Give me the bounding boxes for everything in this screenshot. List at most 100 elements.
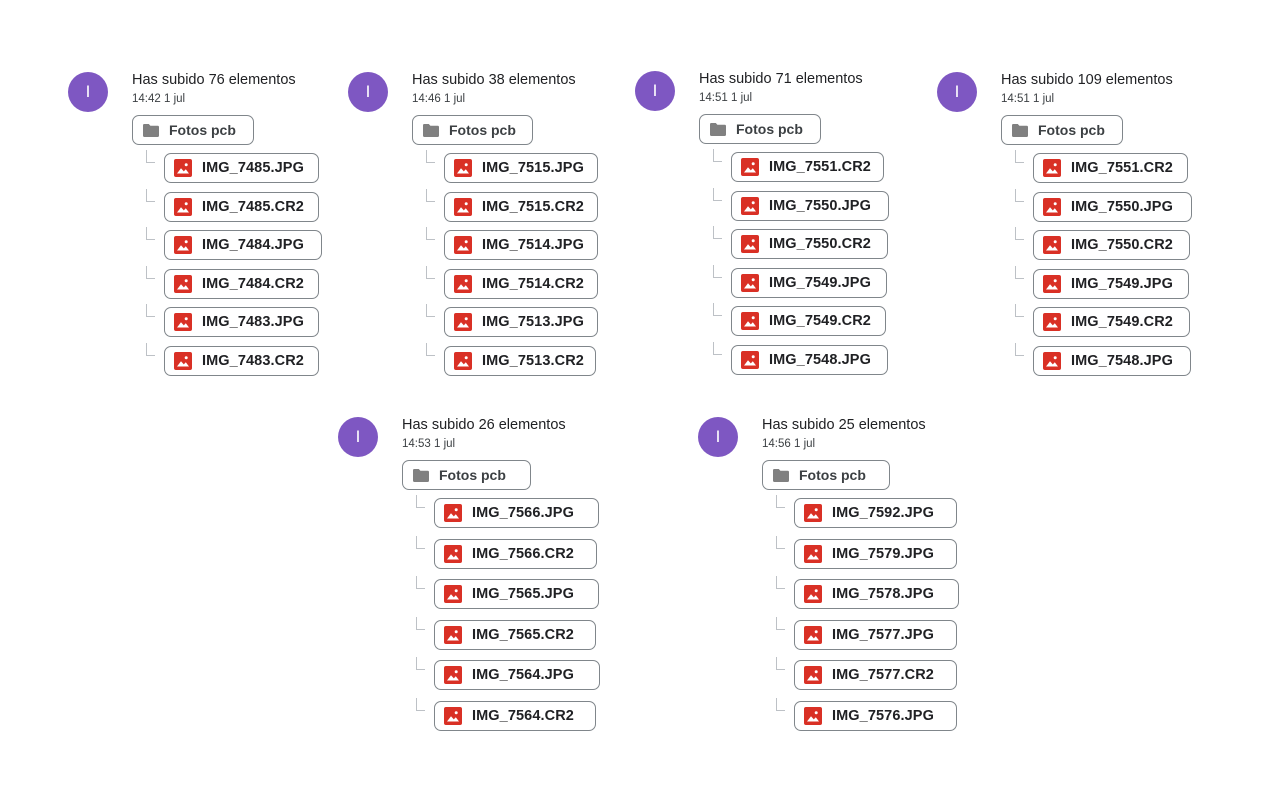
image-icon: [741, 158, 759, 176]
tree-connector: [1015, 266, 1024, 279]
file-chip[interactable]: IMG_7513.CR2: [444, 346, 596, 376]
file-chip[interactable]: IMG_7483.CR2: [164, 346, 319, 376]
image-icon: [174, 313, 192, 331]
activity-title: Has subido 109 elementos: [1001, 72, 1173, 88]
file-chip[interactable]: IMG_7515.JPG: [444, 153, 598, 183]
file-chip[interactable]: IMG_7551.CR2: [731, 152, 884, 182]
file-chip[interactable]: IMG_7549.JPG: [731, 268, 887, 298]
folder-icon: [423, 123, 439, 137]
file-chip[interactable]: IMG_7483.JPG: [164, 307, 319, 337]
file-name: IMG_7550.JPG: [769, 198, 871, 214]
file-chip[interactable]: IMG_7550.CR2: [731, 229, 888, 259]
tree-connector: [426, 227, 435, 240]
file-chip[interactable]: IMG_7485.CR2: [164, 192, 319, 222]
file-chip[interactable]: IMG_7515.CR2: [444, 192, 598, 222]
tree-connector: [426, 304, 435, 317]
avatar[interactable]: I: [937, 72, 977, 112]
file-name: IMG_7592.JPG: [832, 505, 934, 521]
file-chip[interactable]: IMG_7578.JPG: [794, 579, 959, 609]
file-name: IMG_7565.JPG: [472, 586, 574, 602]
activity-title: Has subido 71 elementos: [699, 71, 863, 87]
avatar[interactable]: I: [68, 72, 108, 112]
activity-title: Has subido 38 elementos: [412, 72, 576, 88]
file-name: IMG_7550.CR2: [1071, 237, 1173, 253]
folder-chip[interactable]: Fotos pcb: [699, 114, 821, 144]
tree-connector: [1015, 304, 1024, 317]
tree-connector: [776, 698, 785, 711]
activity-timestamp: 14:51 1 jul: [1001, 93, 1055, 105]
image-icon: [804, 666, 822, 684]
file-chip[interactable]: IMG_7550.JPG: [731, 191, 889, 221]
file-name: IMG_7566.CR2: [472, 546, 574, 562]
file-chip[interactable]: IMG_7549.CR2: [1033, 307, 1190, 337]
activity-title: Has subido 76 elementos: [132, 72, 296, 88]
folder-chip[interactable]: Fotos pcb: [402, 460, 531, 490]
tree-connector: [416, 536, 425, 549]
tree-connector: [776, 657, 785, 670]
file-chip[interactable]: IMG_7551.CR2: [1033, 153, 1188, 183]
file-chip[interactable]: IMG_7592.JPG: [794, 498, 957, 528]
image-icon: [804, 626, 822, 644]
folder-name: Fotos pcb: [169, 122, 236, 138]
avatar[interactable]: I: [698, 417, 738, 457]
file-name: IMG_7550.CR2: [769, 236, 871, 252]
tree-connector: [416, 495, 425, 508]
folder-chip[interactable]: Fotos pcb: [132, 115, 254, 145]
activity-timestamp: 14:51 1 jul: [699, 92, 753, 104]
file-chip[interactable]: IMG_7576.JPG: [794, 701, 957, 731]
file-chip[interactable]: IMG_7484.JPG: [164, 230, 322, 260]
tree-connector: [146, 266, 155, 279]
folder-icon: [1012, 123, 1028, 137]
file-name: IMG_7548.JPG: [769, 352, 871, 368]
folder-icon: [413, 468, 429, 482]
folder-chip[interactable]: Fotos pcb: [1001, 115, 1123, 145]
image-icon: [454, 352, 472, 370]
avatar[interactable]: I: [338, 417, 378, 457]
image-icon: [444, 626, 462, 644]
file-name: IMG_7513.CR2: [482, 353, 584, 369]
folder-chip[interactable]: Fotos pcb: [412, 115, 533, 145]
folder-icon: [710, 122, 726, 136]
file-chip[interactable]: IMG_7548.JPG: [1033, 346, 1191, 376]
file-chip[interactable]: IMG_7577.JPG: [794, 620, 957, 650]
file-chip[interactable]: IMG_7514.JPG: [444, 230, 598, 260]
file-chip[interactable]: IMG_7548.JPG: [731, 345, 888, 375]
image-icon: [741, 197, 759, 215]
file-chip[interactable]: IMG_7514.CR2: [444, 269, 598, 299]
avatar[interactable]: I: [635, 71, 675, 111]
activity-timestamp: 14:46 1 jul: [412, 93, 466, 105]
file-name: IMG_7565.CR2: [472, 627, 574, 643]
image-icon: [741, 312, 759, 330]
file-chip[interactable]: IMG_7565.CR2: [434, 620, 596, 650]
image-icon: [741, 351, 759, 369]
activity-title: Has subido 26 elementos: [402, 417, 566, 433]
file-chip[interactable]: IMG_7485.JPG: [164, 153, 319, 183]
tree-connector: [426, 189, 435, 202]
file-chip[interactable]: IMG_7566.CR2: [434, 539, 597, 569]
file-name: IMG_7564.CR2: [472, 708, 574, 724]
file-chip[interactable]: IMG_7550.CR2: [1033, 230, 1190, 260]
file-chip[interactable]: IMG_7564.JPG: [434, 660, 600, 690]
tree-connector: [713, 149, 722, 162]
image-icon: [444, 545, 462, 563]
file-chip[interactable]: IMG_7550.JPG: [1033, 192, 1192, 222]
activity-timestamp: 14:53 1 jul: [402, 438, 456, 450]
file-chip[interactable]: IMG_7484.CR2: [164, 269, 319, 299]
file-chip[interactable]: IMG_7579.JPG: [794, 539, 957, 569]
tree-connector: [426, 266, 435, 279]
tree-connector: [1015, 189, 1024, 202]
folder-chip[interactable]: Fotos pcb: [762, 460, 890, 490]
file-chip[interactable]: IMG_7564.CR2: [434, 701, 596, 731]
file-chip[interactable]: IMG_7549.CR2: [731, 306, 886, 336]
file-chip[interactable]: IMG_7566.JPG: [434, 498, 599, 528]
tree-connector: [416, 657, 425, 670]
avatar[interactable]: I: [348, 72, 388, 112]
tree-connector: [1015, 343, 1024, 356]
file-chip[interactable]: IMG_7549.JPG: [1033, 269, 1189, 299]
file-chip[interactable]: IMG_7565.JPG: [434, 579, 599, 609]
file-name: IMG_7513.JPG: [482, 314, 584, 330]
image-icon: [741, 235, 759, 253]
file-chip[interactable]: IMG_7513.JPG: [444, 307, 598, 337]
file-chip[interactable]: IMG_7577.CR2: [794, 660, 957, 690]
file-name: IMG_7577.CR2: [832, 667, 934, 683]
